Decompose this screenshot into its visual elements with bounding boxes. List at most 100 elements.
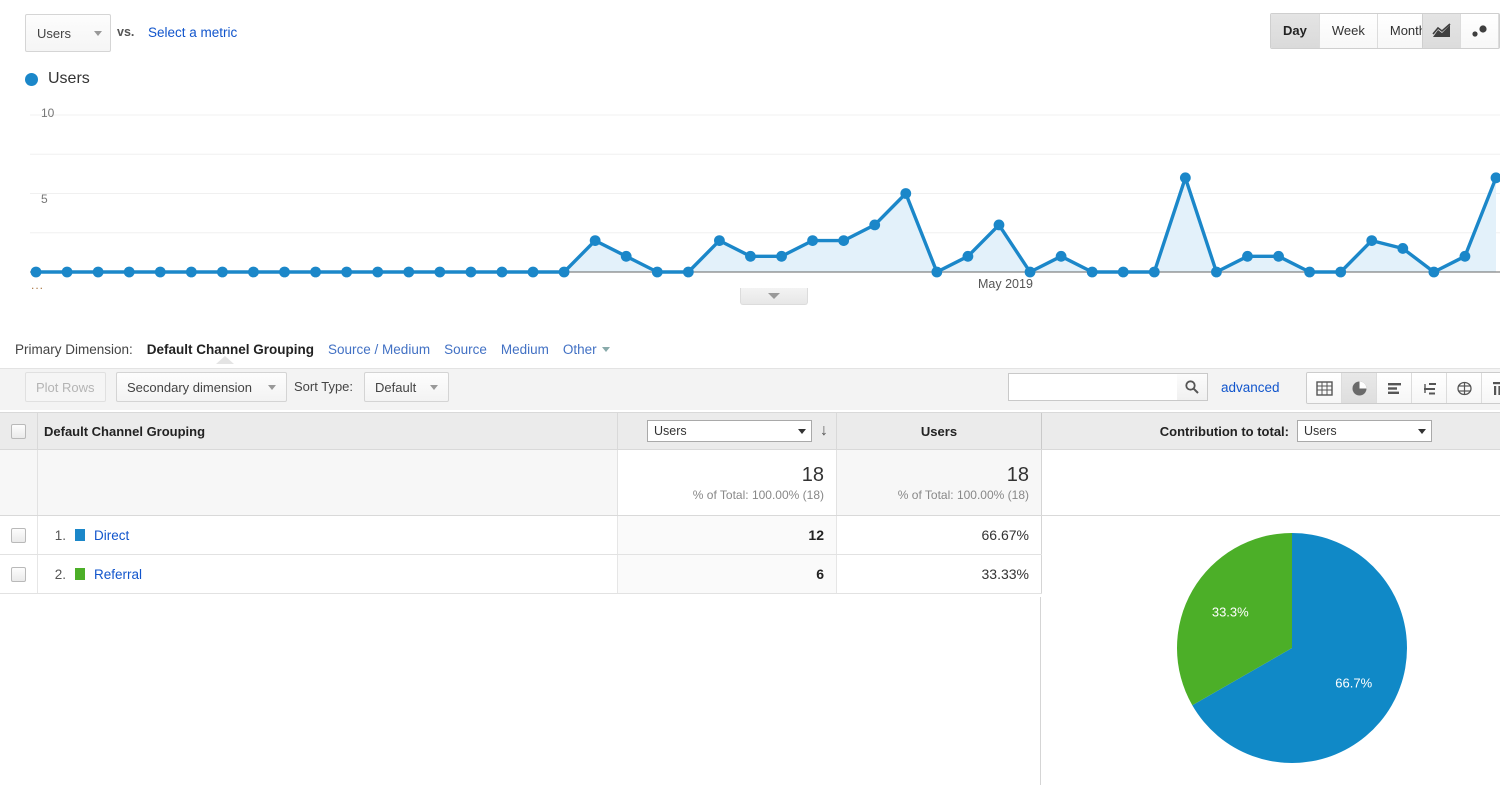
row-dimension-cell: 1. Direct — [38, 516, 618, 554]
table-view-icon-button[interactable] — [1307, 373, 1342, 403]
row-checkbox-cell — [0, 516, 38, 554]
chart-collapse-tab[interactable] — [740, 288, 808, 305]
row-metric1-value: 12 — [618, 516, 837, 554]
bar-view-icon — [1387, 382, 1401, 394]
sort-type-button[interactable]: Default — [364, 372, 450, 402]
row-name-link[interactable]: Referral — [94, 567, 142, 582]
view-type-group — [1306, 372, 1500, 404]
performance-view-icon-button[interactable] — [1412, 373, 1447, 403]
pie-slice-label: 66.7% — [1335, 676, 1372, 691]
legend-series-name: Users — [48, 70, 90, 87]
pie-chart-svg: 66.7% 33.3% — [1177, 533, 1407, 763]
table-header-row: Default Channel Grouping Users ↓ Users C… — [0, 412, 1500, 450]
line-chart-icon — [1431, 23, 1451, 37]
contribution-pie-chart: 66.7% 33.3% — [1042, 517, 1500, 785]
totals-dimension-cell — [38, 450, 618, 515]
totals-metric2-value: 18 — [1006, 464, 1029, 486]
contribution-select-value: Users — [1304, 424, 1337, 438]
contribution-label: Contribution to total: — [1159, 423, 1289, 439]
comparison-view-icon-button[interactable] — [1447, 373, 1482, 403]
users-over-time-chart[interactable] — [0, 100, 1500, 300]
chevron-down-icon — [268, 384, 277, 390]
totals-contribution-cell — [1042, 450, 1500, 515]
primary-dimension-other-label: Other — [562, 341, 597, 357]
row-name-link[interactable]: Direct — [94, 528, 129, 543]
pivot-view-icon-button[interactable] — [1482, 373, 1500, 403]
totals-metric1-value: 18 — [801, 464, 824, 486]
sort-type-label: Sort Type: — [294, 379, 354, 394]
metric1-select[interactable]: Users — [647, 420, 812, 442]
row-checkbox[interactable] — [11, 527, 26, 543]
y-axis-tick-5: 5 — [41, 192, 48, 206]
chevron-down-icon — [798, 428, 806, 434]
line-chart-svg — [30, 114, 1500, 278]
row-rank: 2. — [54, 566, 66, 582]
sort-descending-icon[interactable]: ↓ — [820, 423, 828, 439]
chart-type-toggle-group — [1422, 13, 1500, 49]
primary-dimension-other[interactable]: Other — [563, 342, 610, 357]
plot-rows-button[interactable]: Plot Rows — [25, 372, 106, 402]
primary-metric-select[interactable]: Users — [25, 14, 111, 52]
metric1-select-value: Users — [654, 424, 687, 438]
contribution-header: Contribution to total: Users — [1042, 413, 1500, 449]
row-rank: 1. — [54, 527, 66, 543]
row-checkbox[interactable] — [11, 566, 26, 582]
granularity-toggle-group: Day Week Month — [1270, 13, 1439, 49]
primary-dimension-medium[interactable]: Medium — [501, 342, 549, 357]
chart-gridlines — [30, 114, 1500, 273]
secondary-dimension-label: Secondary dimension — [127, 379, 253, 395]
vs-label: vs. — [117, 25, 135, 39]
primary-dimension-source-medium[interactable]: Source / Medium — [328, 342, 430, 357]
totals-metric1-cell: 18 % of Total: 100.00% (18) — [618, 450, 837, 515]
table-empty-area — [0, 597, 1041, 785]
metric2-column-header: Users — [837, 413, 1042, 449]
totals-checkbox-cell — [0, 450, 38, 515]
primary-metric-label: Users — [37, 25, 71, 41]
granularity-week-button[interactable]: Week — [1319, 14, 1378, 48]
advanced-link[interactable]: advanced — [1221, 380, 1280, 395]
contribution-select[interactable]: Users — [1297, 420, 1432, 442]
chevron-down-icon — [768, 293, 780, 299]
primary-dimension-source[interactable]: Source — [444, 342, 487, 357]
row-metric2-value: 33.33% — [837, 555, 1042, 593]
metric1-column-header: Users ↓ — [618, 413, 837, 449]
line-chart-icon-button[interactable] — [1423, 14, 1461, 48]
chevron-down-icon — [601, 346, 610, 352]
pie-view-icon — [1352, 381, 1366, 395]
metric-bar: Users vs. Select a metric Day Week Month — [0, 0, 1500, 62]
row-metric1-value: 6 — [618, 555, 837, 593]
select-all-checkbox[interactable] — [11, 423, 26, 439]
chevron-down-icon — [430, 384, 439, 390]
dimension-column-header: Default Channel Grouping — [38, 413, 618, 449]
x-axis-label: May 2019 — [978, 277, 1033, 291]
search-button[interactable] — [1177, 373, 1208, 401]
performance-view-icon — [1423, 382, 1436, 394]
pie-view-icon-button[interactable] — [1342, 373, 1377, 403]
granularity-day-button[interactable]: Day — [1271, 14, 1320, 48]
y-axis-tick-10: 10 — [41, 106, 55, 120]
chart-legend: Users — [25, 70, 90, 88]
secondary-dimension-button[interactable]: Secondary dimension — [116, 372, 288, 402]
totals-metric2-subtext: % of Total: 100.00% (18) — [897, 488, 1029, 502]
legend-color-dot — [25, 72, 38, 86]
row-metric2-value: 66.67% — [837, 516, 1042, 554]
bar-view-icon-button[interactable] — [1377, 373, 1412, 403]
motion-chart-icon-button[interactable] — [1461, 14, 1499, 48]
chevron-down-icon — [1418, 428, 1426, 434]
pie-slice-label: 33.3% — [1212, 604, 1249, 619]
totals-metric1-subtext: % of Total: 100.00% (18) — [692, 488, 824, 502]
chart-leading-ellipsis: ... — [31, 278, 45, 292]
row-dimension-cell: 2. Referral — [38, 555, 618, 593]
primary-dimension-active[interactable]: Default Channel Grouping — [147, 342, 314, 357]
primary-dimension-pointer — [216, 356, 234, 364]
sort-type-value: Default — [375, 379, 417, 395]
primary-dimension-label: Primary Dimension: — [15, 341, 133, 357]
motion-chart-icon — [1471, 25, 1487, 37]
table-totals-row: 18 % of Total: 100.00% (18) 18 % of Tota… — [0, 450, 1500, 516]
search-icon — [1185, 380, 1199, 394]
row-color-swatch — [75, 529, 85, 541]
pivot-view-icon — [1493, 381, 1500, 395]
select-a-metric-link[interactable]: Select a metric — [148, 25, 237, 40]
comparison-view-icon — [1456, 381, 1472, 395]
select-all-cell — [0, 413, 38, 449]
